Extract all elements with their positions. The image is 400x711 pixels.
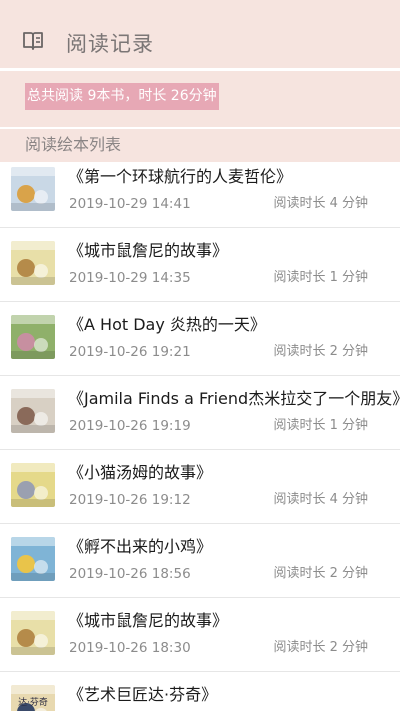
read-duration: 阅读时长 4 分钟 [273,196,368,211]
header-bar: 阅读记录 [0,0,400,68]
book-cover [11,389,55,433]
book-title: 《小猫汤姆的故事》 [68,463,213,482]
page-title: 阅读记录 [66,32,154,56]
read-date: 2019-10-26 18:56 [69,566,191,582]
read-date: 2019-10-26 19:21 [69,344,191,360]
list-item[interactable]: 《第一个环球航行的人麦哲伦》 2019-10-29 14:41 阅读时长 4 分… [0,162,400,228]
list-item[interactable]: 《A Hot Day 炎热的一天》 2019-10-26 19:21 阅读时长 … [0,302,400,376]
list-item[interactable]: 《Jamila Finds a Friend杰米拉交了一个朋友》 2019-10… [0,376,400,450]
book-title: 《艺术巨匠达·芬奇》 [68,685,218,704]
book-cover [11,315,55,359]
book-cover [11,537,55,581]
read-date: 2019-10-26 18:30 [69,640,191,656]
read-date: 2019-10-29 14:41 [69,196,191,212]
book-cover: 达·芬奇 [11,685,55,711]
read-date: 2019-10-29 14:35 [69,270,191,286]
read-duration: 阅读时长 1 分钟 [273,418,368,433]
book-title: 《城市鼠詹尼的故事》 [68,611,229,630]
section-label: 阅读绘本列表 [25,135,122,154]
book-cover [11,167,55,211]
book-cover [11,241,55,285]
book-cover [11,611,55,655]
list-item[interactable]: 达·芬奇 《艺术巨匠达·芬奇》 [0,672,400,711]
read-duration: 阅读时长 2 分钟 [273,640,368,655]
book-title: 《Jamila Finds a Friend杰米拉交了一个朋友》 [68,389,400,408]
list-section-header: 阅读绘本列表 [0,129,400,162]
read-duration: 阅读时长 2 分钟 [273,344,368,359]
summary-section: 总共阅读 9本书，时长 26分钟 [0,71,400,127]
book-title: 《城市鼠詹尼的故事》 [68,241,229,260]
list-item[interactable]: 《小猫汤姆的故事》 2019-10-26 19:12 阅读时长 4 分钟 [0,450,400,524]
read-date: 2019-10-26 19:12 [69,492,191,508]
read-duration: 阅读时长 2 分钟 [273,566,368,581]
book-title: 《A Hot Day 炎热的一天》 [68,315,266,334]
book-title: 《第一个环球航行的人麦哲伦》 [68,167,293,186]
read-duration: 阅读时长 1 分钟 [273,270,368,285]
list-item[interactable]: 《城市鼠詹尼的故事》 2019-10-29 14:35 阅读时长 1 分钟 [0,228,400,302]
list-item[interactable]: 《城市鼠詹尼的故事》 2019-10-26 18:30 阅读时长 2 分钟 [0,598,400,672]
read-duration: 阅读时长 4 分钟 [273,492,368,507]
book-open-icon[interactable] [22,30,44,52]
read-date: 2019-10-26 19:19 [69,418,191,434]
book-list: 《第一个环球航行的人麦哲伦》 2019-10-29 14:41 阅读时长 4 分… [0,162,400,711]
book-title: 《孵不出来的小鸡》 [68,537,213,556]
book-cover [11,463,55,507]
list-item[interactable]: 《孵不出来的小鸡》 2019-10-26 18:56 阅读时长 2 分钟 [0,524,400,598]
svg-text:达·芬奇: 达·芬奇 [18,696,48,708]
reading-summary-badge: 总共阅读 9本书，时长 26分钟 [25,83,219,110]
